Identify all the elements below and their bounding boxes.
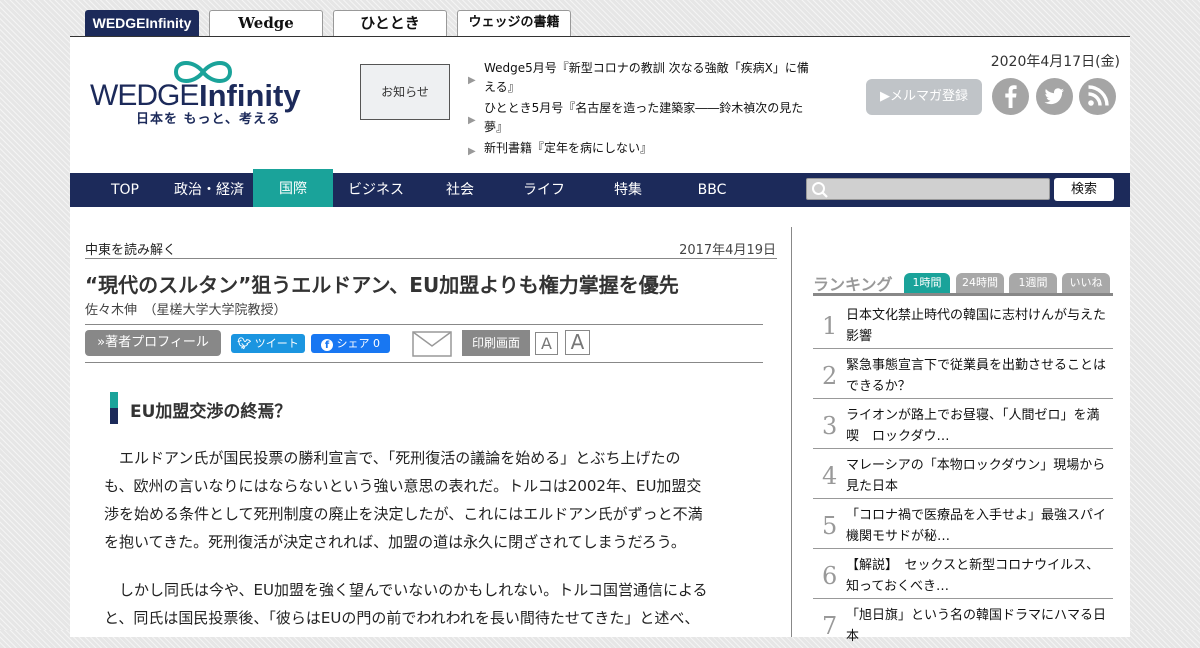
ranking-tab-1h[interactable]: 1時間 [904,273,950,293]
news-item-text: ひととき5月号『名古屋を造った建築家――鈴木禎次の見た夢』 [484,101,804,134]
print-button[interactable]: 印刷画面 [462,330,530,356]
site-tab-wedge-infinity[interactable]: WEDGEInfinity [85,10,199,36]
current-date: 2020年4月17日(金) [990,54,1120,70]
ranking-tab-24h[interactable]: 24時間 [956,273,1004,293]
tweet-button[interactable]: 🐦︎ ツイート [231,334,305,353]
section-heading-bar [110,392,118,424]
paragraph-line: を抱いてきた。死刑復活が決定されれば、加盟の道は永久に閉ざされてしまうだろう。 [104,533,686,551]
news-item[interactable]: ▶ Wedge5月号『新型コロナの教訓 次なる強敵「疾病X」に備える』 [468,59,813,97]
article-author: 佐々木伸 （星槎大学大学院教授） [85,303,287,318]
news-item-text: 新刊書籍『定年を病にしない』 [484,141,653,155]
twitter-small-icon: 🐦︎ [237,337,252,350]
article-paragraph: エルドアン氏が国民投票の勝利宣言で、「死刑復活の議論を始める」とぶち上げたの も… [104,444,754,556]
site-tab-label: Wedge [238,14,294,32]
facebook-share-button[interactable]: f シェア 0 [311,334,390,353]
site-tab-books[interactable]: ウェッジの書籍 [457,10,571,36]
ranking-item-text: マレーシアの「本物ロックダウン」現場から見た日本 [846,458,1106,494]
site-tab-label: ウェッジの書籍 [468,15,560,30]
font-size-small-button[interactable]: A [535,332,558,355]
nav-item-business[interactable]: ビジネス [336,173,416,207]
logo-tagline: 日本を もっと、考える [136,112,281,127]
article-date: 2017年4月19日 [679,243,776,258]
news-item[interactable]: ▶ 新刊書籍『定年を病にしない』 [468,139,813,158]
tweet-button-label: ツイート [254,337,299,350]
search-input[interactable] [806,178,1050,200]
mail-icon[interactable] [412,331,452,357]
ranking-item-text: 日本文化禁止時代の韓国に志村けんが与えた影響 [846,308,1107,344]
divider [85,324,763,325]
nav-item-politics-economy[interactable]: 政治・経済 [166,173,252,207]
divider [85,258,777,259]
paragraph-line: しかし同氏は今や、EU加盟を強く望んでいないのかもしれない。トルコ国営通信による [104,581,708,599]
site-tab-hitotoki[interactable]: ひととき [333,10,447,36]
article-paragraph: しかし同氏は今や、EU加盟を強く望んでいないのかもしれない。トルコ国営通信による… [104,576,754,632]
ranking-title: ランキング [813,275,893,294]
ranking-item[interactable]: 3 ライオンが路上でお昼寝、「人間ゼロ」を満喫 ロックダウ… [813,400,1113,449]
main-nav: TOP 政治・経済 国際 ビジネス 社会 ライフ 特集 BBC 検索 [70,169,1130,207]
facebook-icon[interactable] [992,78,1029,115]
site-tab-label: ひととき [360,14,420,32]
ranking-item-text: 緊急事態宣言下で従業員を出勤させることはできるか？ [846,358,1107,394]
nav-item-feature[interactable]: 特集 [588,173,668,207]
paragraph-line: エルドアン氏が国民投票の勝利宣言で、「死刑復活の議論を始める」とぶち上げたの [104,449,681,467]
paragraph-line: 渉を始める条件として死刑制度の廃止を決定したが、これにはエルドアン氏がずっと不満 [104,505,703,523]
search-icon [812,182,828,198]
ranking-number: 6 [822,562,838,590]
twitter-glyph [1044,88,1065,105]
ranking-item[interactable]: 4 マレーシアの「本物ロックダウン」現場から見た日本 [813,450,1113,499]
ranking-number: 5 [822,512,838,540]
divider [85,362,763,363]
author-profile-button[interactable]: »著者プロフィール [85,330,221,356]
ranking-item[interactable]: 2 緊急事態宣言下で従業員を出勤させることはできるか？ [813,350,1113,399]
news-list: ▶ Wedge5月号『新型コロナの教訓 次なる強敵「疾病X」に備える』 ▶ ひと… [468,59,813,160]
nav-item-international[interactable]: 国際 [253,169,333,207]
nav-item-bbc[interactable]: BBC [672,173,752,207]
font-size-large-button[interactable]: A [565,330,590,355]
ranking-item[interactable]: 6 【解説】 セックスと新型コロナウイルス、知っておくべき… [813,550,1113,599]
facebook-glyph [1005,85,1017,108]
ranking-item-text: 「コロナ禍で医療品を入手せよ」最強スパイ機関モサドが秘… [846,508,1107,544]
ranking-number: 1 [822,312,838,340]
ranking-item-text: 【解説】 セックスと新型コロナウイルス、知っておくべき… [846,558,1100,594]
ranking-number: 7 [822,612,838,640]
site-tab-label-accent: Infinity [145,15,192,31]
facebook-small-icon: f [321,339,333,351]
ranking-number: 4 [822,462,838,490]
main-panel: WEDGE Infinity 日本を もっと、考える お知らせ ▶ Wedge5… [70,36,1130,644]
ranking-header-rule [813,293,1113,296]
triangle-right-icon: ▶ [468,115,476,126]
site-tab-label-main: WEDGE [92,15,146,31]
site-tab-wedge[interactable]: Wedge [209,10,323,36]
nav-item-top[interactable]: TOP [90,173,160,207]
triangle-right-icon: ▶ [468,75,476,86]
ranking-number: 2 [822,362,838,390]
ranking-tab-likes[interactable]: いいね [1062,273,1110,293]
paragraph-line: も、欧州の言いなりにはならないという強い意思の表れだ。トルコは2002年、EU加… [104,477,702,495]
article-title: “現代のスルタン”狙うエルドアン、EU加盟よりも権力掌握を優先 [85,273,679,297]
column-divider [791,227,792,637]
news-item-text: Wedge5月号『新型コロナの教訓 次なる強敵「疾病X」に備える』 [484,61,809,94]
rss-glyph [1088,85,1109,106]
ranking-number: 3 [822,412,838,440]
twitter-icon[interactable] [1036,78,1073,115]
news-item[interactable]: ▶ ひととき5月号『名古屋を造った建築家――鈴木禎次の見た夢』 [468,99,813,137]
paragraph-line: と、同氏は国民投票後、「彼らはEUの門の前でわれわれを長い間待たせてきた」と述べ… [104,609,700,627]
rss-icon[interactable] [1079,78,1116,115]
ranking-item-text: ライオンが路上でお昼寝、「人間ゼロ」を満喫 ロックダウ… [846,408,1100,444]
ranking-item[interactable]: 1 日本文化禁止時代の韓国に志村けんが与えた影響 [813,300,1113,349]
ranking-item-text: 「旭日旗」という名の韓国ドラマにハマる日本 [846,608,1107,644]
nav-item-life[interactable]: ライフ [504,173,584,207]
section-heading: EU加盟交渉の終焉？ [130,402,292,422]
newsletter-signup-button[interactable]: ▶メルマガ登録 [866,79,982,115]
ranking-tab-1w[interactable]: 1週間 [1009,273,1057,293]
ranking-item[interactable]: 7 「旭日旗」という名の韓国ドラマにハマる日本 [813,600,1113,648]
series-breadcrumb[interactable]: 中東を読み解く [85,239,176,258]
nav-item-society[interactable]: 社会 [420,173,500,207]
search-button[interactable]: 検索 [1054,178,1114,201]
ranking-item[interactable]: 5 「コロナ禍で医療品を入手せよ」最強スパイ機関モサドが秘… [813,500,1113,549]
share-button-label: シェア 0 [336,337,381,350]
notice-button[interactable]: お知らせ [360,64,450,120]
triangle-right-icon: ▶ [468,146,476,157]
